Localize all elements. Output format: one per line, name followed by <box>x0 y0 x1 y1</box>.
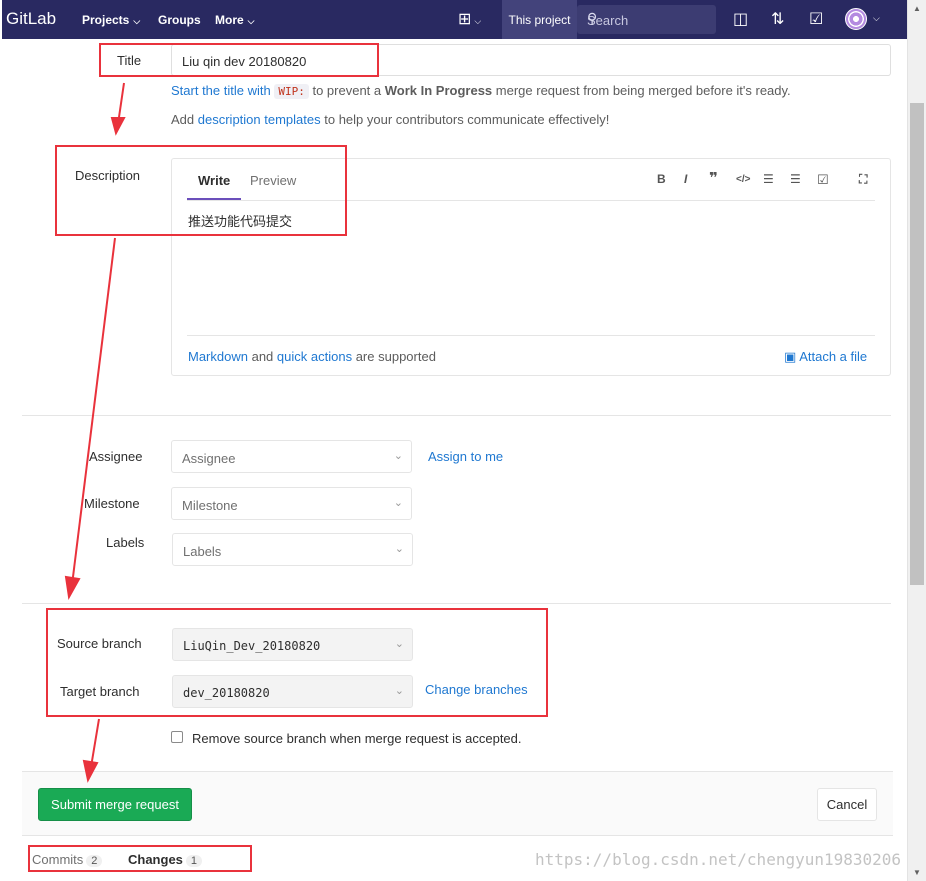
arrowhead <box>82 759 99 783</box>
scroll-down-arrow-icon[interactable]: ▼ <box>913 868 921 877</box>
scroll-thumb[interactable] <box>910 103 924 585</box>
arrowhead <box>110 117 126 136</box>
scroll-up-arrow-icon[interactable]: ▲ <box>913 4 921 13</box>
annotation-arrows <box>64 82 126 783</box>
arrowhead <box>64 575 81 601</box>
arrow-description-to-branches <box>71 237 116 586</box>
watermark: https://blog.csdn.net/chengyun19830206 <box>535 850 902 869</box>
arrow-branches-to-submit <box>90 718 100 768</box>
page-scrollbar[interactable]: ▲ ▼ <box>907 0 926 881</box>
